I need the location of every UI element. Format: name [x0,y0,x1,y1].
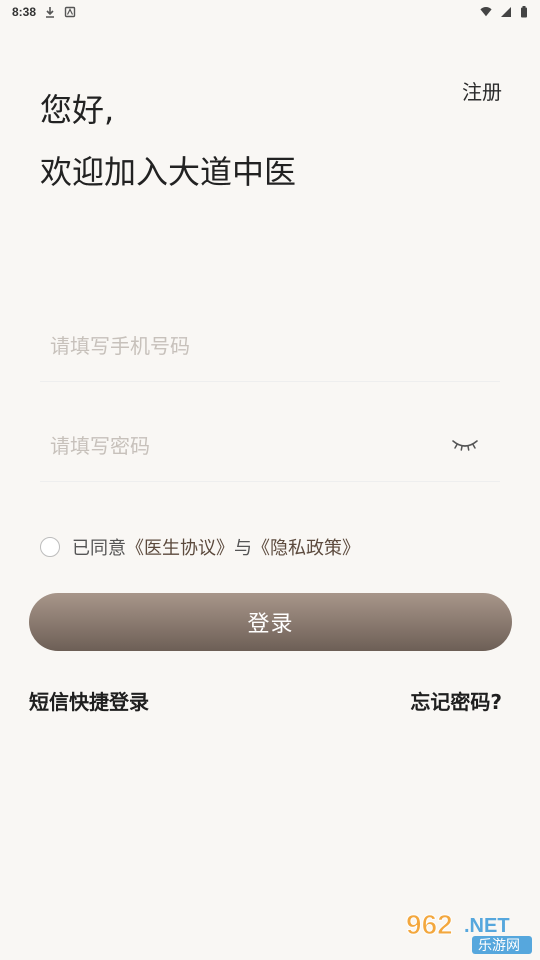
wifi-icon [480,7,492,17]
status-bar: 8:38 [0,0,540,24]
download-icon [46,7,55,18]
status-time: 8:38 [12,5,37,19]
watermark-site-name: 乐游网 [478,938,520,954]
notification-icon [64,6,76,18]
watermark-brand: 962 [406,909,453,940]
eye-closed-icon[interactable] [450,434,480,454]
login-button[interactable]: 登录 [29,593,512,651]
forgot-password-link[interactable]: 忘记密码? [410,686,502,715]
battery-icon [521,6,527,18]
doctor-agreement-link[interactable]: 《医生协议》 [126,534,234,560]
password-input[interactable] [50,410,430,482]
register-link[interactable]: 注册 [462,76,502,105]
greeting-text: 您好, [40,91,115,129]
signal-icon [501,7,511,17]
agreement-row: 已同意 《医生协议》 与 《隐私政策》 [40,534,360,560]
privacy-policy-link[interactable]: 《隐私政策》 [252,534,360,560]
welcome-title: 欢迎加入大道中医 [40,153,297,191]
agreement-radio[interactable] [40,537,60,557]
agreement-prefix: 已同意 [72,538,126,559]
status-right [480,6,528,18]
status-left: 8:38 [12,5,76,19]
phone-field [40,310,500,382]
watermark-suffix: .NET [464,915,510,937]
agreement-and: 与 [234,538,252,559]
sms-login-link[interactable]: 短信快捷登录 [29,686,149,715]
watermark-logo: 962 .NET 乐游网 [406,909,532,954]
password-field [40,410,500,482]
phone-input[interactable] [50,310,430,382]
